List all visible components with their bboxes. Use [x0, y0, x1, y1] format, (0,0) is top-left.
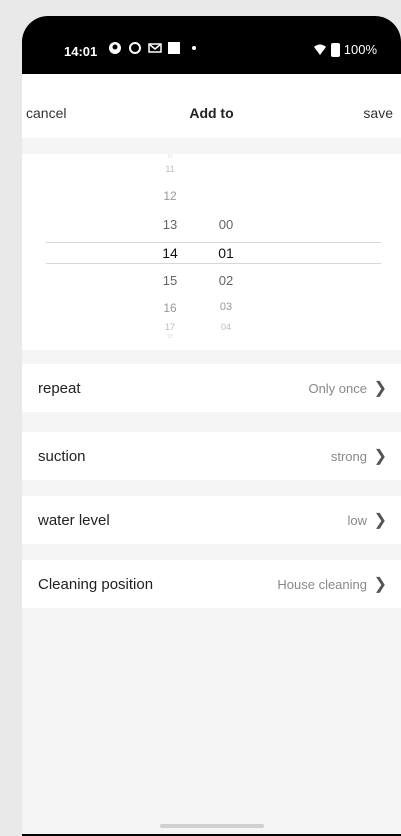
- setting-label: suction: [38, 448, 86, 465]
- page-title: Add to: [189, 105, 234, 121]
- picker-divider-top: [46, 242, 381, 243]
- status-bar: 14:01 100%: [22, 16, 401, 74]
- mail-icon: [148, 43, 162, 53]
- setting-label: Cleaning position: [38, 576, 154, 593]
- picker-hour-selected[interactable]: 14: [155, 245, 185, 261]
- picker-divider-bottom: [46, 263, 381, 264]
- picker-hour[interactable]: 18: [155, 334, 185, 340]
- setting-row-water-level[interactable]: water level low ❯: [22, 496, 401, 544]
- setting-row-cleaning-position[interactable]: Cleaning position House cleaning ❯: [22, 560, 401, 608]
- picker-minute[interactable]: 02: [211, 273, 241, 288]
- battery-icon: [330, 42, 340, 57]
- picker-hour[interactable]: 12: [155, 189, 185, 203]
- chevron-right-icon: ❯: [373, 448, 387, 465]
- phone-frame: 14:01 100% cancel Add to save 10 11 12 1…: [22, 16, 401, 836]
- status-icons-right: 100%: [313, 42, 377, 57]
- save-button[interactable]: save: [363, 105, 393, 121]
- wifi-icon: [313, 44, 326, 55]
- dot-icon: [192, 46, 196, 50]
- setting-value: House cleaning: [277, 577, 367, 592]
- square-icon: [168, 42, 180, 54]
- picker-hour[interactable]: 15: [155, 273, 185, 288]
- chevron-right-icon: ❯: [373, 576, 387, 593]
- chevron-right-icon: ❯: [373, 512, 387, 529]
- battery-level: 100%: [343, 42, 377, 57]
- picker-minute[interactable]: 00: [211, 217, 241, 232]
- github-icon: [109, 42, 121, 54]
- chevron-right-icon: ❯: [373, 380, 387, 397]
- setting-value: low: [347, 513, 367, 528]
- picker-hour[interactable]: 13: [155, 217, 185, 232]
- picker-hour[interactable]: 10: [155, 154, 185, 160]
- setting-label: water level: [38, 512, 110, 529]
- picker-minute-selected[interactable]: 01: [211, 245, 241, 261]
- home-indicator[interactable]: [160, 824, 264, 828]
- setting-row-suction[interactable]: suction strong ❯: [22, 432, 401, 480]
- circle-icon: [129, 42, 141, 54]
- setting-value: Only once: [308, 381, 367, 396]
- setting-label: repeat: [38, 380, 81, 397]
- picker-minute[interactable]: 03: [211, 301, 241, 313]
- setting-row-repeat[interactable]: repeat Only once ❯: [22, 364, 401, 412]
- time-picker[interactable]: 10 11 12 13 14 15 16 17 18 00 01 02 03 0…: [22, 154, 401, 350]
- status-time: 14:01: [64, 44, 98, 59]
- nav-bar: cancel Add to save: [22, 74, 401, 138]
- status-icons-left: [108, 41, 196, 55]
- picker-hour[interactable]: 17: [155, 322, 185, 332]
- picker-minute[interactable]: 04: [211, 322, 241, 332]
- picker-hour[interactable]: 11: [155, 164, 185, 174]
- setting-value: strong: [330, 449, 367, 464]
- picker-hour[interactable]: 16: [155, 301, 185, 315]
- screen: cancel Add to save 10 11 12 13 14 15 16 …: [22, 74, 401, 834]
